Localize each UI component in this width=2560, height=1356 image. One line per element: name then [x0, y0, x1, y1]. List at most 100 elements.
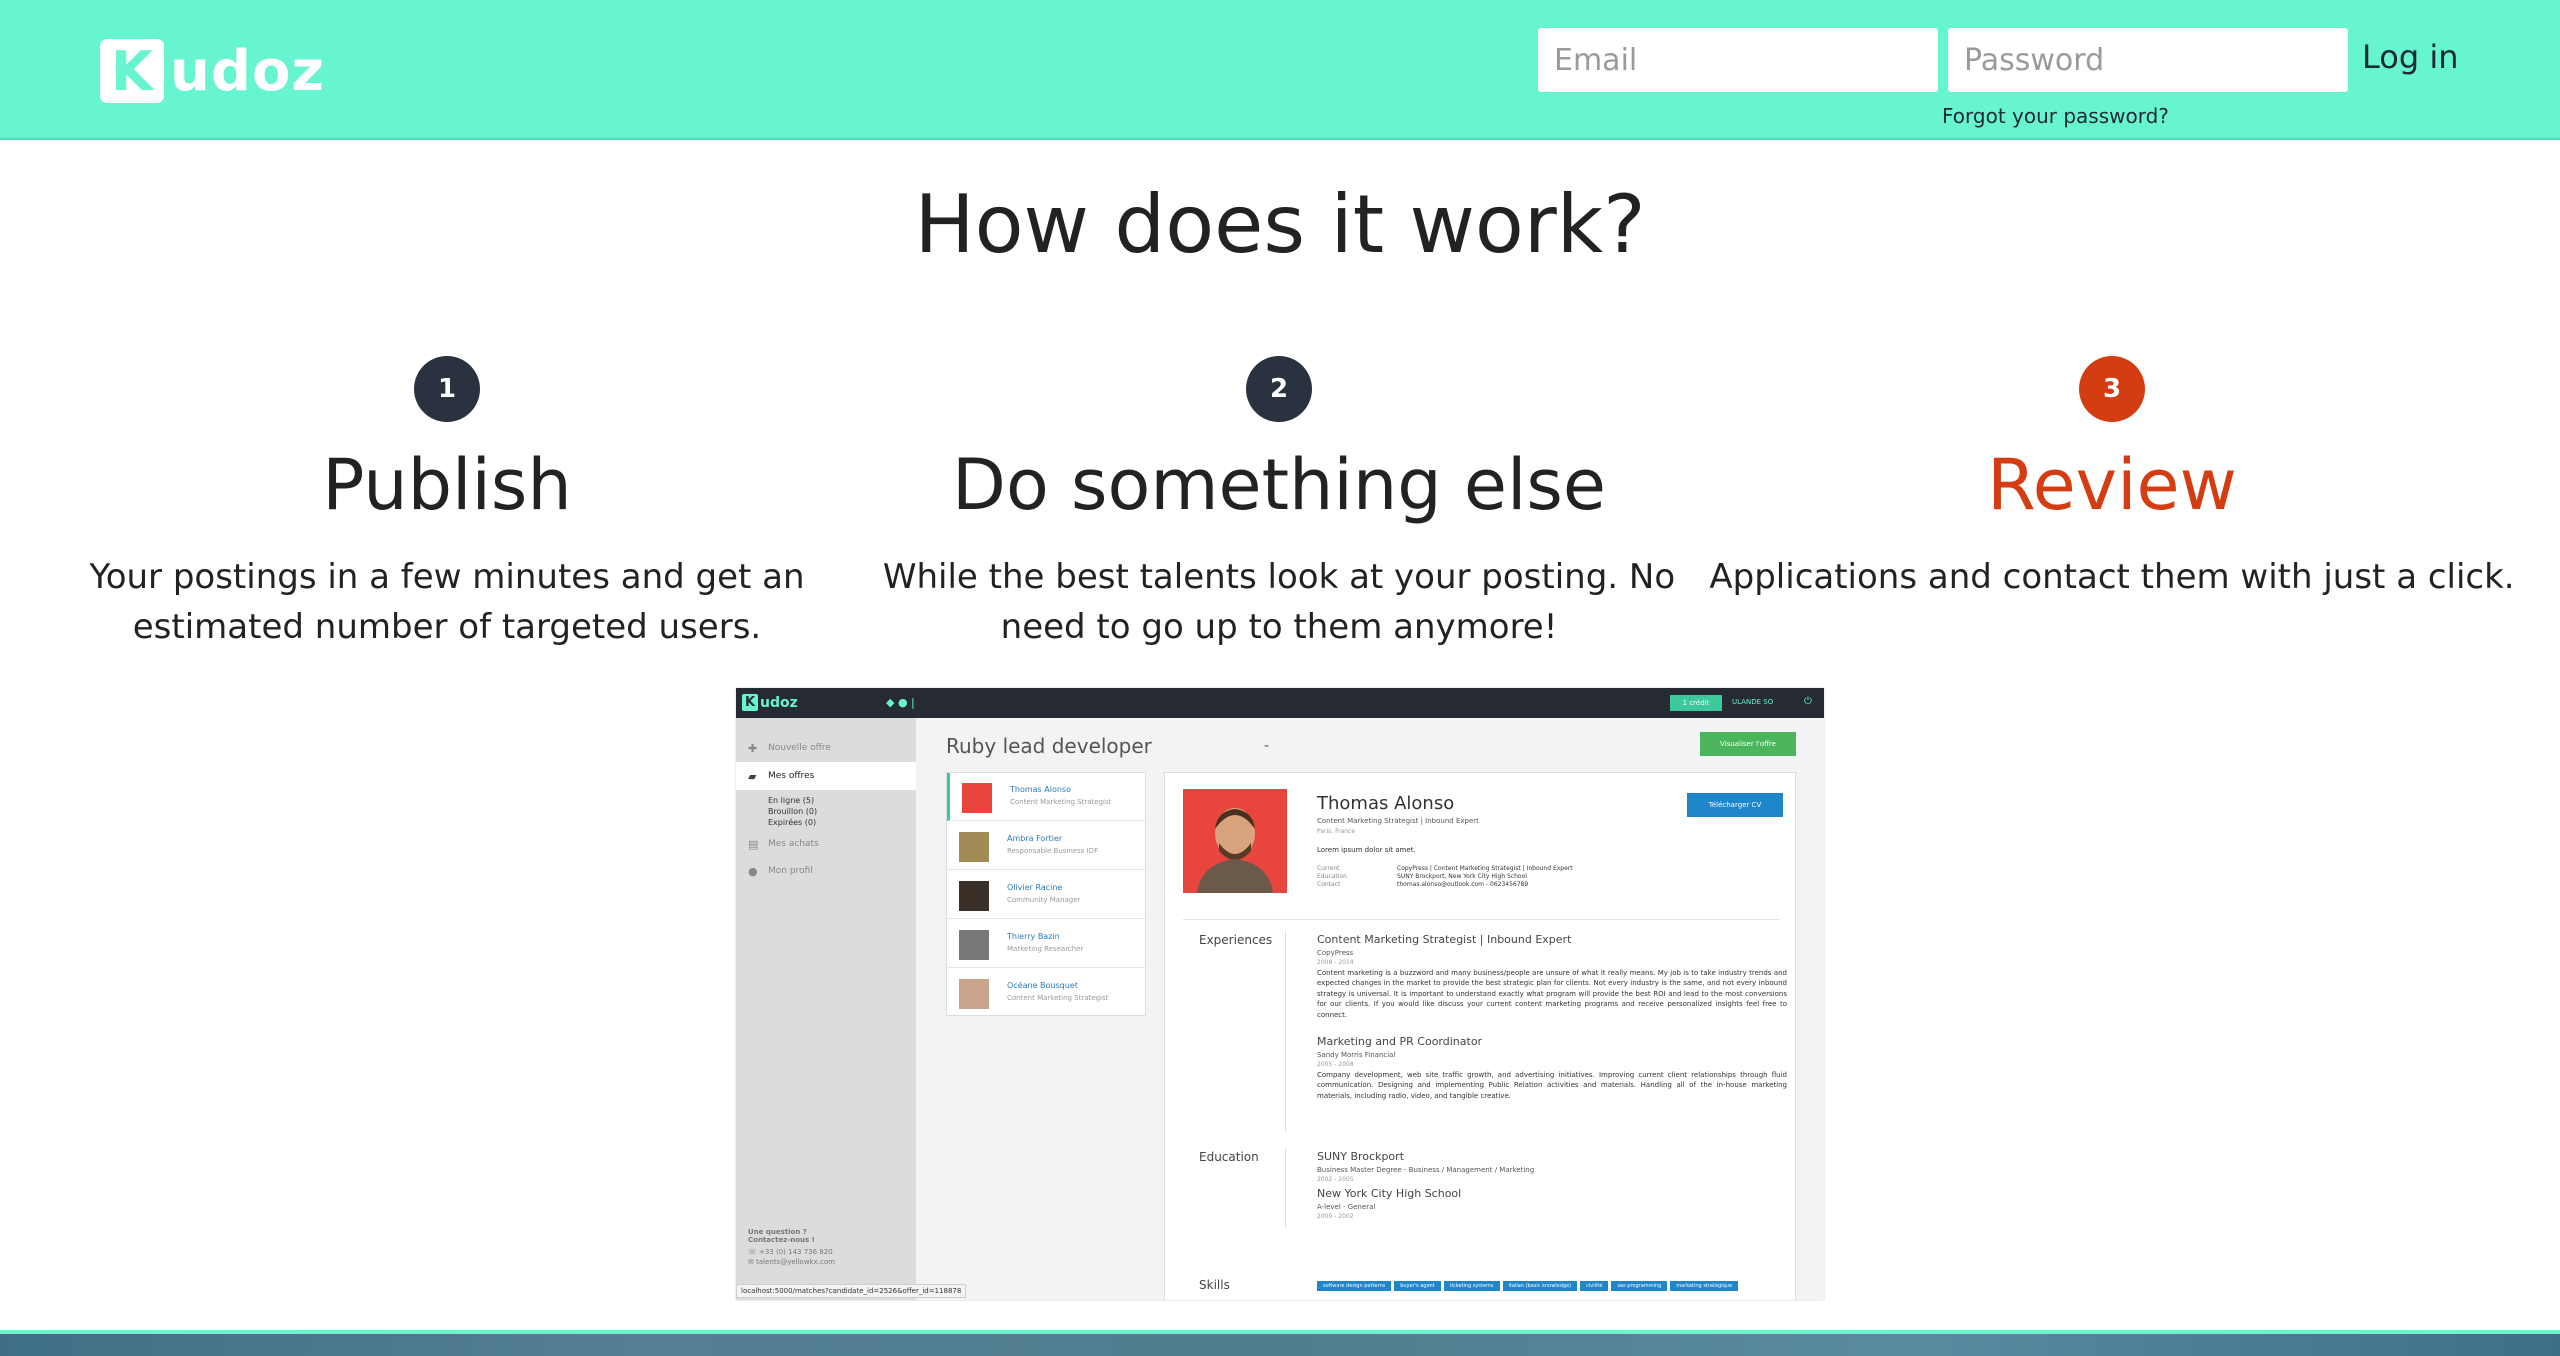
app-preview-screenshot: K udoz ◆ ● | 1 crédit ULANDE SO ⏻ ✚ Nouv…: [736, 688, 1824, 1300]
download-cv-button: Télécharger CV: [1687, 793, 1783, 817]
skills-heading: Skills: [1199, 1278, 1230, 1292]
candidate-item: Thomas Alonso Content Marketing Strategi…: [947, 773, 1145, 821]
step-title: Review: [1987, 444, 2237, 526]
page-title: How does it work?: [914, 178, 1646, 271]
step-description-line: estimated number of targeted users.: [132, 607, 762, 647]
sidebar-phone: ☏ +33 (0) 143 736 820: [748, 1248, 833, 1256]
candidate-name: Thierry Bazin: [1007, 932, 1060, 941]
briefcase-icon: ▰: [748, 769, 757, 783]
candidate-list: Thomas Alonso Content Marketing Strategi…: [946, 772, 1146, 1016]
step-description-line: need to go up to them anymore!: [1000, 607, 1558, 647]
skill-tag: marketing stratégique: [1670, 1281, 1739, 1291]
candidate-item: Océane Bousquet Content Marketing Strate…: [947, 969, 1145, 1017]
profile-photo: [1183, 789, 1287, 893]
app-sidebar: ✚ Nouvelle offre ▰ Mes offres En ligne (…: [736, 718, 916, 1300]
experience-title: Content Marketing Strategist | Inbound E…: [1317, 933, 1572, 946]
step-title: Publish: [322, 444, 572, 526]
education-dates: 2002 - 2005: [1317, 1176, 1354, 1183]
experience-company: Sandy Morris Financial: [1317, 1051, 1396, 1059]
footer-band: [0, 1330, 2560, 1356]
step-description: Your postings in a few minutes and get a…: [37, 552, 857, 652]
experience-title: Marketing and PR Coordinator: [1317, 1035, 1483, 1048]
candidate-photo: [959, 930, 989, 960]
app-logo: K udoz: [742, 694, 798, 711]
profile-divider: [1183, 919, 1779, 920]
profile-name: Thomas Alonso: [1317, 793, 1455, 814]
candidate-role: Content Marketing Strategist: [1010, 798, 1112, 806]
app-logo-wordmark: udoz: [760, 694, 798, 711]
power-icon: ⏻: [1804, 696, 1812, 707]
step-publish: 1 Publish Your postings in a few minutes…: [37, 356, 857, 652]
top-header: K udoz Log in Forgot your password?: [0, 0, 2560, 140]
step-number-badge: 2: [1246, 356, 1312, 422]
step-description-line: While the best talents look at your post…: [882, 557, 1676, 597]
profile-field-value: SUNY Brockport, New York City High Schoo…: [1397, 873, 1527, 880]
skill-tag: software design patterns: [1317, 1281, 1392, 1291]
sidebar-email: ✉ talents@yellowkx.com: [748, 1258, 835, 1266]
candidate-photo: [962, 783, 992, 813]
profile-location: Paris, France: [1317, 828, 1356, 835]
user-icon: ●: [748, 864, 758, 878]
candidate-item: Ambra Fortier Responsable Business IDF: [947, 822, 1145, 870]
profile-education: Education SUNY Brockport, New York City …: [1317, 873, 1527, 880]
candidate-role: Responsable Business IDF: [1007, 847, 1099, 855]
sidebar-item-new-offer: ✚ Nouvelle offre: [736, 734, 916, 762]
sidebar-phone-text: +33 (0) 143 736 820: [758, 1248, 833, 1256]
skill-tag: buyer's agent: [1394, 1281, 1441, 1291]
logo-mark: K: [100, 39, 164, 103]
app-topbar-icons: ◆ ● |: [886, 696, 915, 709]
experience-description: Company development, web site traffic gr…: [1317, 1071, 1787, 1100]
profile-field-value: CopyPress | Content Marketing Strategist…: [1397, 865, 1573, 872]
skill-tag: ticketing systems: [1443, 1281, 1500, 1291]
app-topbar: K udoz ◆ ● | 1 crédit ULANDE SO ⏻: [736, 688, 1824, 718]
forgot-password-link[interactable]: Forgot your password?: [1942, 104, 2169, 128]
sidebar-item-my-offers: ▰ Mes offres: [736, 762, 916, 790]
logo-wordmark: udoz: [170, 38, 326, 104]
profile-summary: Lorem ipsum dolor sit amet.: [1317, 846, 1416, 854]
sidebar-email-text: talents@yellowkx.com: [756, 1258, 835, 1266]
candidate-photo: [959, 832, 989, 862]
candidate-role: Community Manager: [1007, 896, 1081, 904]
app-logo-mark: K: [742, 694, 758, 711]
step-description: Applications and contact them with just …: [1702, 552, 2522, 602]
candidate-role: Content Marketing Strategist: [1007, 994, 1109, 1002]
user-name: ULANDE SO: [1732, 698, 1774, 706]
skill-tag: civilité: [1580, 1281, 1609, 1291]
candidate-name: Olivier Racine: [1007, 883, 1063, 892]
sidebar-question: Une question ?: [748, 1228, 807, 1236]
password-input[interactable]: [1948, 28, 2348, 92]
step-review: 3 Review Applications and contact them w…: [1702, 356, 2522, 602]
kudoz-logo[interactable]: K udoz: [100, 36, 325, 106]
view-offer-button: Visualiser l'offre: [1700, 732, 1796, 756]
experience-company: CopyPress: [1317, 949, 1354, 957]
login-button[interactable]: Log in: [2362, 38, 2459, 76]
step-description: While the best talents look at your post…: [869, 552, 1689, 652]
experience-dates: 2008 - 2014: [1317, 959, 1354, 966]
email-input[interactable]: [1538, 28, 1938, 92]
candidate-name: Thomas Alonso: [1010, 785, 1071, 794]
sidebar-contact: Contactez-nous !: [748, 1236, 815, 1244]
step-description-line: Applications and contact them with just …: [1709, 557, 2515, 597]
profile-current: Current CopyPress | Content Marketing St…: [1317, 865, 1573, 872]
step-number-badge: 3: [2079, 356, 2145, 422]
skill-tag: italian (basic knowledge): [1502, 1281, 1578, 1291]
sidebar-sub-expired: Expirées (0): [768, 818, 817, 827]
education-title: SUNY Brockport: [1317, 1150, 1405, 1163]
cart-icon: ▤: [748, 837, 759, 851]
skill-tag: sas programming: [1611, 1281, 1668, 1291]
experience-dates: 2005 - 2008: [1317, 1061, 1354, 1068]
profile-field-value: thomas.alonso@outlook.com - 0623456789: [1397, 881, 1529, 888]
sidebar-item-label: Mes achats: [768, 839, 819, 849]
sidebar-item-label: Nouvelle offre: [768, 743, 831, 753]
step-description-line: Your postings in a few minutes and get a…: [89, 557, 805, 597]
profile-headline: Content Marketing Strategist | Inbound E…: [1317, 817, 1479, 825]
browser-status-url: localhost:5000/matches?candidate_id=2526…: [736, 1284, 967, 1298]
education-title: New York City High School: [1317, 1187, 1462, 1200]
education-heading: Education: [1199, 1150, 1259, 1164]
sidebar-item-label: Mon profil: [768, 866, 813, 876]
profile-field-label: Contact: [1317, 881, 1341, 888]
job-title: Ruby lead developer: [946, 734, 1152, 758]
candidate-item: Olivier Racine Community Manager: [947, 871, 1145, 919]
candidate-item: Thierry Bazin Marketing Researcher: [947, 920, 1145, 968]
credit-button: 1 crédit: [1670, 695, 1722, 711]
